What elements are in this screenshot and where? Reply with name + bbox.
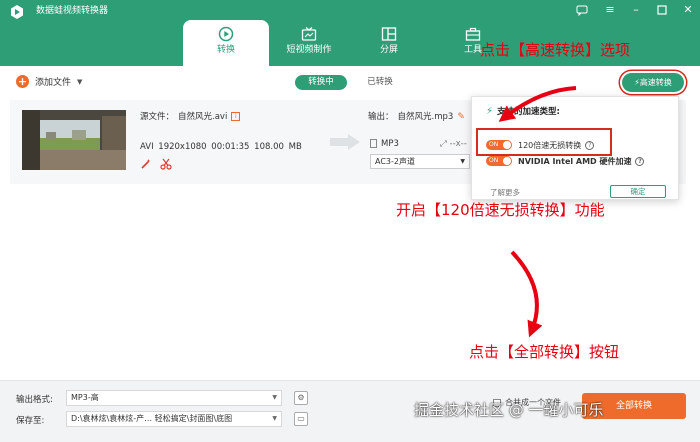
tab-convert[interactable]: 转换 [183, 20, 269, 66]
arrow-to-convert-all [510, 250, 543, 338]
hardware-option: NVIDIA Intel AMD 硬件加速? [518, 156, 645, 167]
scissors-icon[interactable] [160, 158, 172, 170]
output-label: 输出： [368, 112, 394, 122]
output-format-select-value: MP3-高 [71, 393, 99, 402]
toolbox-icon [465, 27, 481, 41]
popup-title-text: 支持的加速类型: [497, 107, 560, 117]
short-video-icon [301, 27, 317, 41]
toolbar: + 添加文件 ▼ 转换中 已转换 [0, 66, 700, 96]
app-title: 数据蛙视频转换器 [36, 6, 109, 16]
info-icon[interactable]: i [231, 112, 241, 121]
chat-icon[interactable] [574, 2, 590, 18]
split-screen-icon [381, 27, 397, 41]
plus-icon: + [16, 75, 29, 88]
chevron-down-icon: ▼ [272, 394, 277, 401]
save-path-select[interactable]: D:\袁林炫\袁林炫-产… 轻松搞定\封面图\底图 ▼ [66, 411, 282, 427]
source-file-name: 自然风光.avi [178, 112, 228, 122]
folder-icon[interactable]: ▭ [294, 412, 308, 426]
source-label: 源文件： [140, 112, 175, 122]
output-file: 输出： 自然风光.mp3 ✎ [368, 110, 465, 122]
tab-split-screen-label: 分屏 [379, 45, 398, 55]
annotation-click-convert-all: 点击【全部转换】按钮 [469, 343, 620, 361]
output-resolution-value: --x-- [449, 139, 467, 149]
output-format-label: 输出格式: [16, 395, 53, 405]
highlight-box-lossless [476, 128, 612, 156]
annotation-click-speed: 点击【高速转换】选项 [480, 41, 631, 59]
output-file-name: 自然风光.mp3 [397, 112, 454, 122]
output-resolution: ⤢ --x-- [440, 139, 467, 149]
menu-icon[interactable]: ≡ [602, 2, 618, 18]
help-icon[interactable]: ? [635, 157, 645, 166]
edit-icon[interactable]: ✎ [457, 112, 465, 122]
ok-button[interactable]: 确定 [610, 185, 666, 198]
tab-converted[interactable]: 已转换 [357, 75, 403, 90]
source-meta: AVI 1920x1080 00:01:35 108.00 MB [140, 142, 302, 152]
output-format-select[interactable]: MP3-高 ▼ [66, 390, 282, 406]
hardware-option-label: NVIDIA Intel AMD 硬件加速 [518, 157, 632, 166]
tab-converting[interactable]: 转换中 [295, 75, 347, 90]
bolt-icon: ⚡ [486, 105, 494, 117]
watermark-text: 掘金技术社区 @ 一罐小可乐 [414, 401, 604, 419]
clip-tools [140, 158, 172, 170]
app-logo-icon [11, 5, 23, 19]
maximize-icon[interactable] [654, 2, 670, 18]
close-icon[interactable]: ✕ [680, 2, 696, 18]
save-path-value: D:\袁林炫\袁林炫-产… 轻松搞定\封面图\底图 [71, 414, 233, 423]
annotation-enable-lossless: 开启【120倍速无损转换】功能 [396, 201, 605, 219]
learn-more-link[interactable]: 了解更多 [490, 187, 520, 198]
tab-convert-label: 转换 [216, 45, 235, 55]
audio-channel-select[interactable]: AC3-2声道 ▼ [370, 154, 470, 169]
output-format: MP3 [370, 139, 399, 149]
toggle-on-text: ON [489, 157, 499, 164]
chevron-down-icon: ▼ [460, 158, 465, 165]
tab-short-video[interactable]: 短视频制作 [266, 20, 352, 66]
popup-title: ⚡ 支持的加速类型: [486, 105, 560, 118]
audio-channel-value: AC3-2声道 [375, 157, 415, 166]
convert-icon [218, 26, 234, 42]
save-to-label: 保存至: [16, 416, 45, 426]
format-file-icon [370, 139, 377, 148]
hardware-toggle[interactable]: ON [486, 156, 512, 166]
chevron-down-icon: ▼ [272, 415, 277, 422]
arrow-right-icon [330, 134, 360, 150]
high-speed-convert-label: 高速转换 [639, 78, 672, 87]
toggle-knob [503, 157, 511, 165]
add-file-label: 添加文件 [35, 78, 72, 88]
resize-icon: ⤢ [440, 139, 450, 149]
chevron-down-icon[interactable]: ▼ [77, 78, 82, 86]
format-settings-icon[interactable]: ⚙ [294, 391, 308, 405]
magic-wand-icon[interactable] [140, 158, 152, 170]
high-speed-convert-button[interactable]: ⚡高速转换 [622, 73, 684, 92]
output-format-value: MP3 [381, 139, 399, 149]
source-file: 源文件： 自然风光.avi i [140, 110, 241, 122]
minimize-icon[interactable]: – [628, 2, 644, 18]
tab-short-video-label: 短视频制作 [286, 45, 332, 55]
video-thumbnail[interactable] [22, 110, 126, 170]
add-file-button[interactable]: + 添加文件 ▼ [16, 75, 82, 88]
tab-split-screen[interactable]: 分屏 [346, 20, 432, 66]
